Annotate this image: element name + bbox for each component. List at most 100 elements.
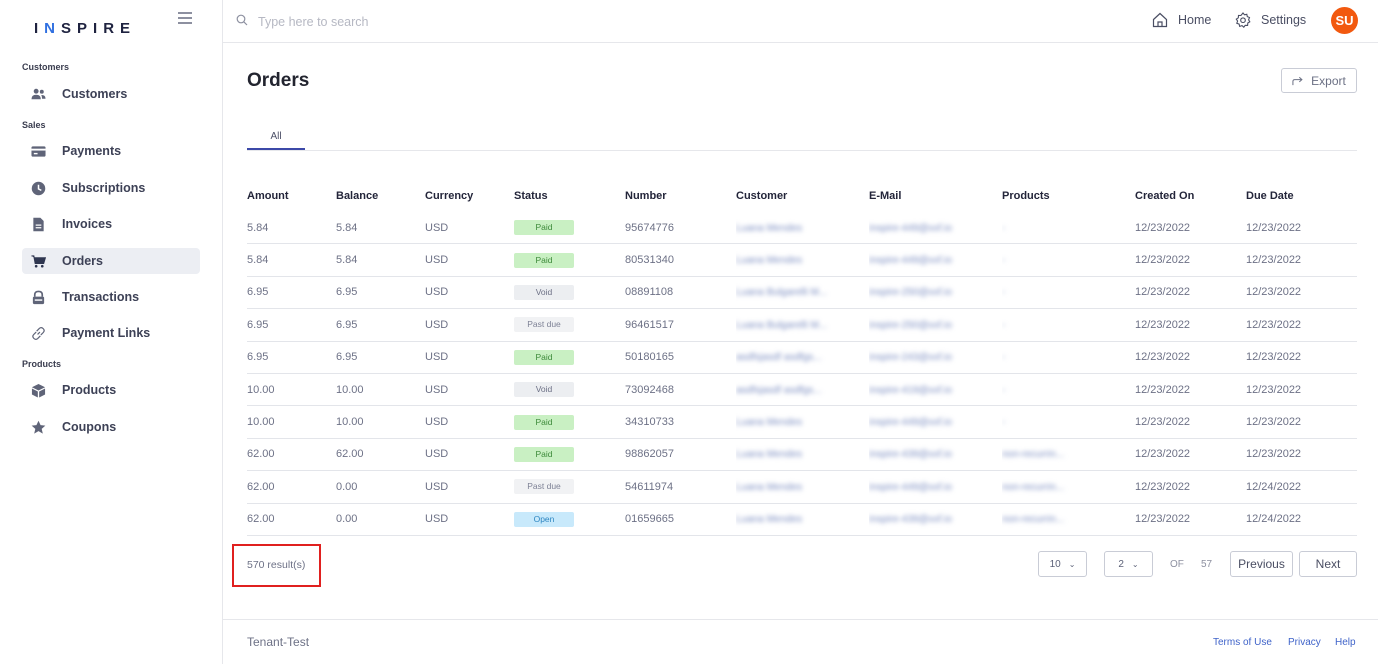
column-header-products[interactable]: Products <box>1002 180 1135 212</box>
cell-text: 10.00 <box>336 416 364 429</box>
cell-text: USD <box>425 318 449 331</box>
cell-text: Luana Bulgarelli M... <box>736 319 828 331</box>
cell-text: inspire-439@xxf.io <box>869 449 952 461</box>
tab-all[interactable]: All <box>247 126 305 150</box>
table-row[interactable]: 6.95 6.95 USD Void 08891108 Luana Bulgarelli … <box>247 276 1357 310</box>
help-link[interactable]: Help <box>1335 637 1356 648</box>
table-row[interactable]: 62.00 0.00 USD Open 01659665 Luana Mendes insp… <box>247 503 1357 536</box>
cell-text: 12/23/2022 <box>1246 351 1302 364</box>
cell-text: - <box>1002 417 1006 429</box>
cell-text: inspire-449@xxf.io <box>869 255 952 267</box>
terms-link[interactable]: Terms of Use <box>1213 637 1272 648</box>
home-link[interactable]: Home <box>1152 12 1211 28</box>
table-row[interactable]: 6.95 6.95 USD Past due 96461517 Luana Bulgare… <box>247 308 1357 342</box>
settings-link[interactable]: Settings <box>1235 12 1306 28</box>
column-header-due-date[interactable]: Due Date <box>1246 180 1357 212</box>
cell-customer: Luana Bulgarelli M... <box>736 308 869 342</box>
cell-text: USD <box>425 383 449 396</box>
table-row[interactable]: 5.84 5.84 USD Paid 80531340 Luana Mendes inspi… <box>247 243 1357 277</box>
sidebar-item-label: Transactions <box>62 290 140 304</box>
column-header-number[interactable]: Number <box>625 180 736 212</box>
hamburger-menu-icon[interactable] <box>178 12 192 27</box>
cell-text: 62.00 <box>247 448 275 461</box>
page-number-select[interactable]: 2 ⌄ <box>1104 551 1153 577</box>
column-header-customer[interactable]: Customer <box>736 180 869 212</box>
cell-text: Luana Mendes <box>736 514 803 526</box>
cell-due: 12/23/2022 <box>1246 341 1357 374</box>
sidebar-item-products[interactable]: Products <box>22 377 200 403</box>
cell-customer: Luana Bulgarelli M... <box>736 276 869 310</box>
cell-number: 95674776 <box>625 212 736 245</box>
cell-customer: Luana Mendes <box>736 212 869 245</box>
table-row[interactable]: 62.00 62.00 USD Paid 98862057 Luana Mendes ins… <box>247 438 1357 472</box>
cell-amount: 62.00 <box>247 438 336 472</box>
inspire-logo[interactable]: INSPIRE <box>34 20 136 37</box>
cell-text: USD <box>425 513 449 526</box>
cell-status: Paid <box>514 341 625 374</box>
cell-products: non-recurrin... <box>1002 438 1135 472</box>
sidebar-item-transactions[interactable]: Transactions <box>22 284 200 310</box>
cell-text: 96461517 <box>625 318 674 331</box>
orders-table: Amount Balance Currency Status Number Cu… <box>247 180 1357 536</box>
table-row[interactable]: 6.95 6.95 USD Paid 50180165 asdfsjasdf asdfgs… <box>247 341 1357 374</box>
cell-text: 6.95 <box>336 351 358 364</box>
cell-customer: Luana Mendes <box>736 503 869 536</box>
sidebar-item-payments[interactable]: Payments <box>22 138 200 164</box>
cell-created: 12/23/2022 <box>1135 373 1246 407</box>
cell-text: - <box>1002 352 1006 364</box>
search-input[interactable] <box>256 11 560 33</box>
cell-text: 12/23/2022 <box>1135 286 1191 299</box>
table-row[interactable]: 10.00 10.00 USD Paid 34310733 Luana Mendes ins… <box>247 405 1357 439</box>
user-avatar[interactable]: SU <box>1331 7 1358 34</box>
privacy-link[interactable]: Privacy <box>1288 637 1321 648</box>
cell-text: - <box>1002 319 1006 331</box>
table-row[interactable]: 5.84 5.84 USD Paid 95674776 Luana Mendes inspi… <box>247 212 1357 245</box>
cell-created: 12/23/2022 <box>1135 212 1246 245</box>
column-header-status[interactable]: Status <box>514 180 625 212</box>
sidebar-item-invoices[interactable]: Invoices <box>22 211 200 237</box>
of-label: OF <box>1170 559 1184 570</box>
export-button[interactable]: Export <box>1281 68 1357 93</box>
column-header-created-on[interactable]: Created On <box>1135 180 1246 212</box>
page-size-select[interactable]: 10 ⌄ <box>1038 551 1087 577</box>
table-row[interactable]: 10.00 10.00 USD Void 73092468 asdfsjasdf asdf… <box>247 373 1357 407</box>
sidebar-item-payment-links[interactable]: Payment Links <box>22 320 200 346</box>
column-header-balance[interactable]: Balance <box>336 180 425 212</box>
sidebar-item-customers[interactable]: Customers <box>22 81 200 107</box>
column-header-currency[interactable]: Currency <box>425 180 514 212</box>
previous-button[interactable]: Previous <box>1230 551 1293 577</box>
cell-text: 12/23/2022 <box>1135 351 1191 364</box>
cell-text: non-recurrin... <box>1002 514 1065 526</box>
cell-currency: USD <box>425 276 514 310</box>
cell-text: 34310733 <box>625 416 674 429</box>
table-row[interactable]: 62.00 0.00 USD Past due 54611974 Luana Mendes… <box>247 470 1357 504</box>
cell-products: - <box>1002 276 1135 310</box>
cell-products: - <box>1002 243 1135 277</box>
section-label-products: Products <box>22 359 62 369</box>
next-button[interactable]: Next <box>1299 551 1357 577</box>
column-header-email[interactable]: E-Mail <box>869 180 1002 212</box>
cell-email: inspire-439@xxf.io <box>869 438 1002 472</box>
status-badge: Void <box>514 382 574 398</box>
cell-due: 12/23/2022 <box>1246 276 1357 310</box>
column-header-amount[interactable]: Amount <box>247 180 336 212</box>
cell-status: Void <box>514 276 625 310</box>
cell-status: Paid <box>514 212 625 245</box>
top-bar: Home Settings SU <box>223 0 1378 43</box>
cell-text: 50180165 <box>625 351 674 364</box>
page-number-value: 2 <box>1118 558 1124 570</box>
cell-due: 12/23/2022 <box>1246 308 1357 342</box>
sidebar-item-orders[interactable]: Orders <box>22 248 200 274</box>
clock-icon <box>30 180 46 196</box>
cell-balance: 5.84 <box>336 212 425 245</box>
sidebar-item-coupons[interactable]: Coupons <box>22 414 200 440</box>
cell-status: Open <box>514 503 625 536</box>
cell-text: 6.95 <box>247 351 269 364</box>
cell-customer: asdfsjasdf asdfgs... <box>736 341 869 374</box>
sidebar-item-subscriptions[interactable]: Subscriptions <box>22 175 200 201</box>
cell-due: 12/24/2022 <box>1246 503 1357 536</box>
status-badge: Past due <box>514 479 574 495</box>
cell-currency: USD <box>425 212 514 245</box>
cell-status: Paid <box>514 438 625 472</box>
cell-text: non-recurrin... <box>1002 449 1065 461</box>
